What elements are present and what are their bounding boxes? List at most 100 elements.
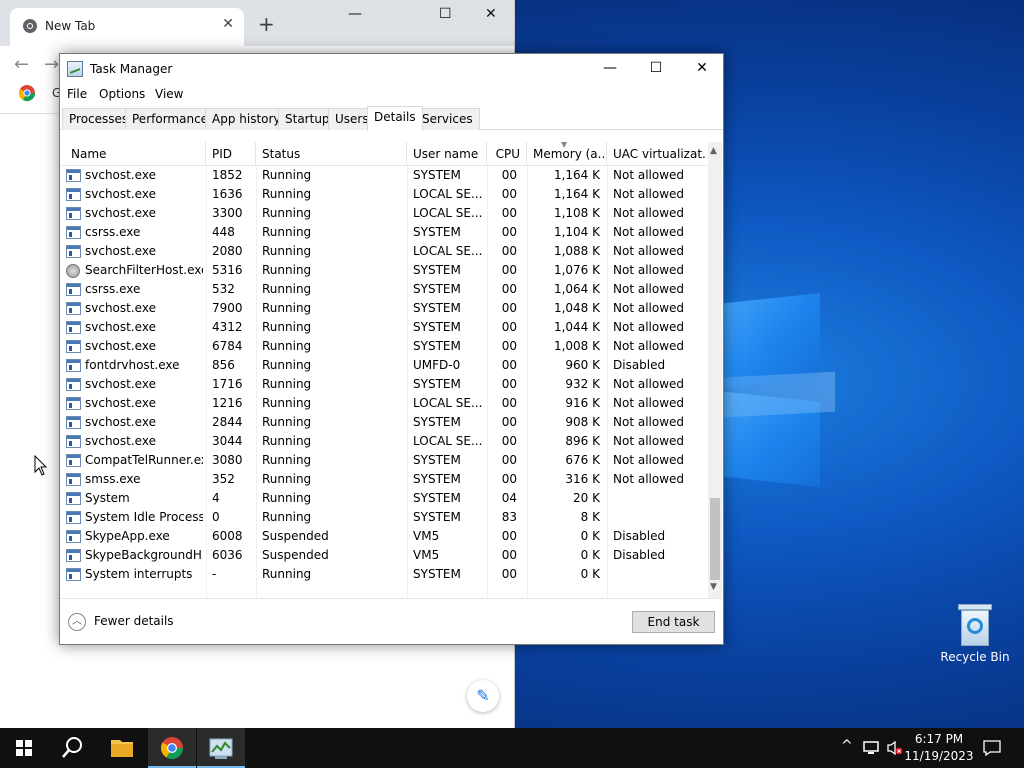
chrome-logo-icon[interactable] bbox=[18, 84, 36, 102]
column-header-pid[interactable]: PID bbox=[206, 142, 256, 166]
process-uac: Not allowed bbox=[613, 320, 685, 334]
process-name: svchost.exe bbox=[85, 396, 156, 410]
network-icon[interactable] bbox=[862, 740, 880, 756]
taskbar-task-manager[interactable] bbox=[197, 728, 245, 768]
table-row[interactable]: smss.exe 352 Running SYSTEM 00 316 K Not allow… bbox=[61, 470, 707, 489]
vertical-scrollbar[interactable]: ▲ ▼ bbox=[708, 142, 722, 598]
table-row[interactable]: System Idle Process 0 Running SYSTEM 83 8 K bbox=[61, 508, 707, 527]
process-pid: 6036 bbox=[212, 548, 243, 562]
column-header-uac[interactable]: UAC virtualizat... bbox=[607, 142, 707, 166]
process-uac: Not allowed bbox=[613, 168, 685, 182]
table-row[interactable]: SkypeApp.exe 6008 Suspended VM5 00 0 K Disable… bbox=[61, 527, 707, 546]
process-uac: Not allowed bbox=[613, 472, 685, 486]
table-row[interactable]: svchost.exe 1852 Running SYSTEM 00 1,164 K Not… bbox=[61, 166, 707, 185]
table-row[interactable]: svchost.exe 1716 Running SYSTEM 00 932 K Not a… bbox=[61, 375, 707, 394]
window-title: Task Manager bbox=[90, 62, 173, 76]
process-uac: Not allowed bbox=[613, 187, 685, 201]
table-row[interactable]: svchost.exe 6784 Running SYSTEM 00 1,008 K Not… bbox=[61, 337, 707, 356]
scroll-down-icon[interactable]: ▼ bbox=[710, 582, 717, 592]
table-row[interactable]: svchost.exe 7900 Running SYSTEM 00 1,048 K Not… bbox=[61, 299, 707, 318]
tab-details[interactable]: Details bbox=[367, 106, 423, 131]
process-pid: 1216 bbox=[212, 396, 243, 410]
table-row[interactable]: svchost.exe 3044 Running LOCAL SE... 00 896 K… bbox=[61, 432, 707, 451]
process-window-icon bbox=[66, 188, 81, 201]
start-button[interactable] bbox=[0, 728, 48, 768]
table-row[interactable]: SearchFilterHost.exe 5316 Running SYSTEM 00 1… bbox=[61, 261, 707, 280]
process-cpu: 00 bbox=[501, 529, 517, 543]
system-clock[interactable]: 6:17 PM 11/19/2023 bbox=[898, 731, 980, 765]
maximize-icon[interactable]: ☐ bbox=[439, 6, 452, 22]
column-header-name[interactable]: Name bbox=[65, 142, 206, 166]
table-row[interactable]: csrss.exe 532 Running SYSTEM 00 1,064 K Not al… bbox=[61, 280, 707, 299]
scroll-up-icon[interactable]: ▲ bbox=[710, 146, 717, 156]
scrollbar-thumb[interactable] bbox=[710, 498, 720, 580]
search-icon bbox=[62, 737, 82, 758]
process-status: Running bbox=[262, 472, 312, 486]
process-cpu: 00 bbox=[501, 187, 517, 201]
edit-icon[interactable]: ✎ bbox=[467, 680, 499, 712]
tab-services[interactable]: Services bbox=[415, 108, 480, 130]
fewer-details-link[interactable]: Fewer details bbox=[94, 614, 174, 628]
process-memory: 676 K bbox=[565, 453, 600, 467]
task-manager-window[interactable]: Task Manager — ☐ ✕ File Options View Pro… bbox=[59, 53, 724, 645]
search-button[interactable] bbox=[48, 728, 96, 768]
table-row[interactable]: svchost.exe 1636 Running LOCAL SE... 00 1,164… bbox=[61, 185, 707, 204]
process-window-icon bbox=[66, 397, 81, 410]
tab-performance[interactable]: Performance bbox=[125, 108, 216, 130]
end-task-button[interactable]: End task bbox=[632, 611, 715, 633]
process-memory: 316 K bbox=[565, 472, 600, 486]
table-row[interactable]: svchost.exe 4312 Running SYSTEM 00 1,044 K Not… bbox=[61, 318, 707, 337]
table-row[interactable]: CompatTelRunner.exe 3080 Running SYSTEM 00 67… bbox=[61, 451, 707, 470]
windows-start-icon bbox=[16, 740, 32, 756]
process-status: Running bbox=[262, 567, 312, 581]
menu-view[interactable]: View bbox=[155, 87, 183, 101]
process-uac: Not allowed bbox=[613, 263, 685, 277]
process-status: Running bbox=[262, 415, 312, 429]
process-status: Running bbox=[262, 434, 312, 448]
menu-options[interactable]: Options bbox=[99, 87, 145, 101]
process-cpu: 00 bbox=[501, 225, 517, 239]
new-tab-button[interactable]: + bbox=[258, 12, 275, 36]
close-icon[interactable]: ✕ bbox=[485, 6, 497, 22]
minimize-icon[interactable]: — bbox=[348, 6, 362, 22]
table-row[interactable]: svchost.exe 3300 Running LOCAL SE... 00 1,108… bbox=[61, 204, 707, 223]
back-icon[interactable]: ← bbox=[14, 54, 29, 75]
table-row[interactable]: System interrupts - Running SYSTEM 00 0 K bbox=[61, 565, 707, 584]
table-row[interactable]: SkypeBackgroundH... 6036 Suspended VM5 00 0 K… bbox=[61, 546, 707, 565]
process-name: SkypeBackgroundH... bbox=[85, 548, 203, 562]
details-grid[interactable]: Name PID Status User name CPU Memory (a.… bbox=[61, 142, 722, 598]
table-row[interactable]: svchost.exe 2844 Running SYSTEM 00 908 K Not a… bbox=[61, 413, 707, 432]
column-header-status[interactable]: Status bbox=[256, 142, 407, 166]
tab-app-history[interactable]: App history bbox=[205, 108, 288, 130]
show-hidden-icons-chevron[interactable]: ^ bbox=[841, 738, 853, 754]
process-memory: 0 K bbox=[580, 529, 600, 543]
notification-icon[interactable] bbox=[982, 739, 1002, 757]
minimize-button[interactable]: — bbox=[587, 54, 633, 84]
process-window-icon bbox=[66, 245, 81, 258]
close-button[interactable]: ✕ bbox=[679, 54, 725, 84]
process-window-icon bbox=[66, 169, 81, 182]
process-status: Running bbox=[262, 187, 312, 201]
table-row[interactable]: System 4 Running SYSTEM 04 20 K bbox=[61, 489, 707, 508]
chrome-tabbar: New Tab ✕ + — ☐ ✕ bbox=[0, 0, 514, 46]
close-icon[interactable]: ✕ bbox=[222, 16, 234, 32]
task-manager-titlebar[interactable]: Task Manager — ☐ ✕ bbox=[60, 54, 723, 84]
process-memory: 932 K bbox=[565, 377, 600, 391]
column-header-cpu[interactable]: CPU bbox=[487, 142, 527, 166]
taskbar-file-explorer[interactable] bbox=[98, 728, 146, 768]
column-header-user-name[interactable]: User name bbox=[407, 142, 487, 166]
chrome-tab-new-tab[interactable]: New Tab ✕ bbox=[10, 8, 244, 46]
process-window-icon bbox=[66, 207, 81, 220]
recycle-bin-shortcut[interactable]: Recycle Bin bbox=[938, 600, 1012, 664]
table-row[interactable]: fontdrvhost.exe 856 Running UMFD-0 00 960 K Di… bbox=[61, 356, 707, 375]
menu-file[interactable]: File bbox=[67, 87, 87, 101]
taskbar-chrome[interactable] bbox=[148, 728, 196, 768]
table-row[interactable]: svchost.exe 2080 Running LOCAL SE... 00 1,088… bbox=[61, 242, 707, 261]
maximize-button[interactable]: ☐ bbox=[633, 54, 679, 84]
table-row[interactable]: svchost.exe 1216 Running LOCAL SE... 00 916 K… bbox=[61, 394, 707, 413]
forward-icon[interactable]: → bbox=[44, 54, 59, 75]
clock-time: 6:17 PM bbox=[914, 732, 964, 746]
column-header-row: Name PID Status User name CPU Memory (a.… bbox=[61, 142, 707, 166]
chevron-up-icon[interactable]: ︿ bbox=[68, 613, 86, 631]
table-row[interactable]: csrss.exe 448 Running SYSTEM 00 1,104 K Not al… bbox=[61, 223, 707, 242]
